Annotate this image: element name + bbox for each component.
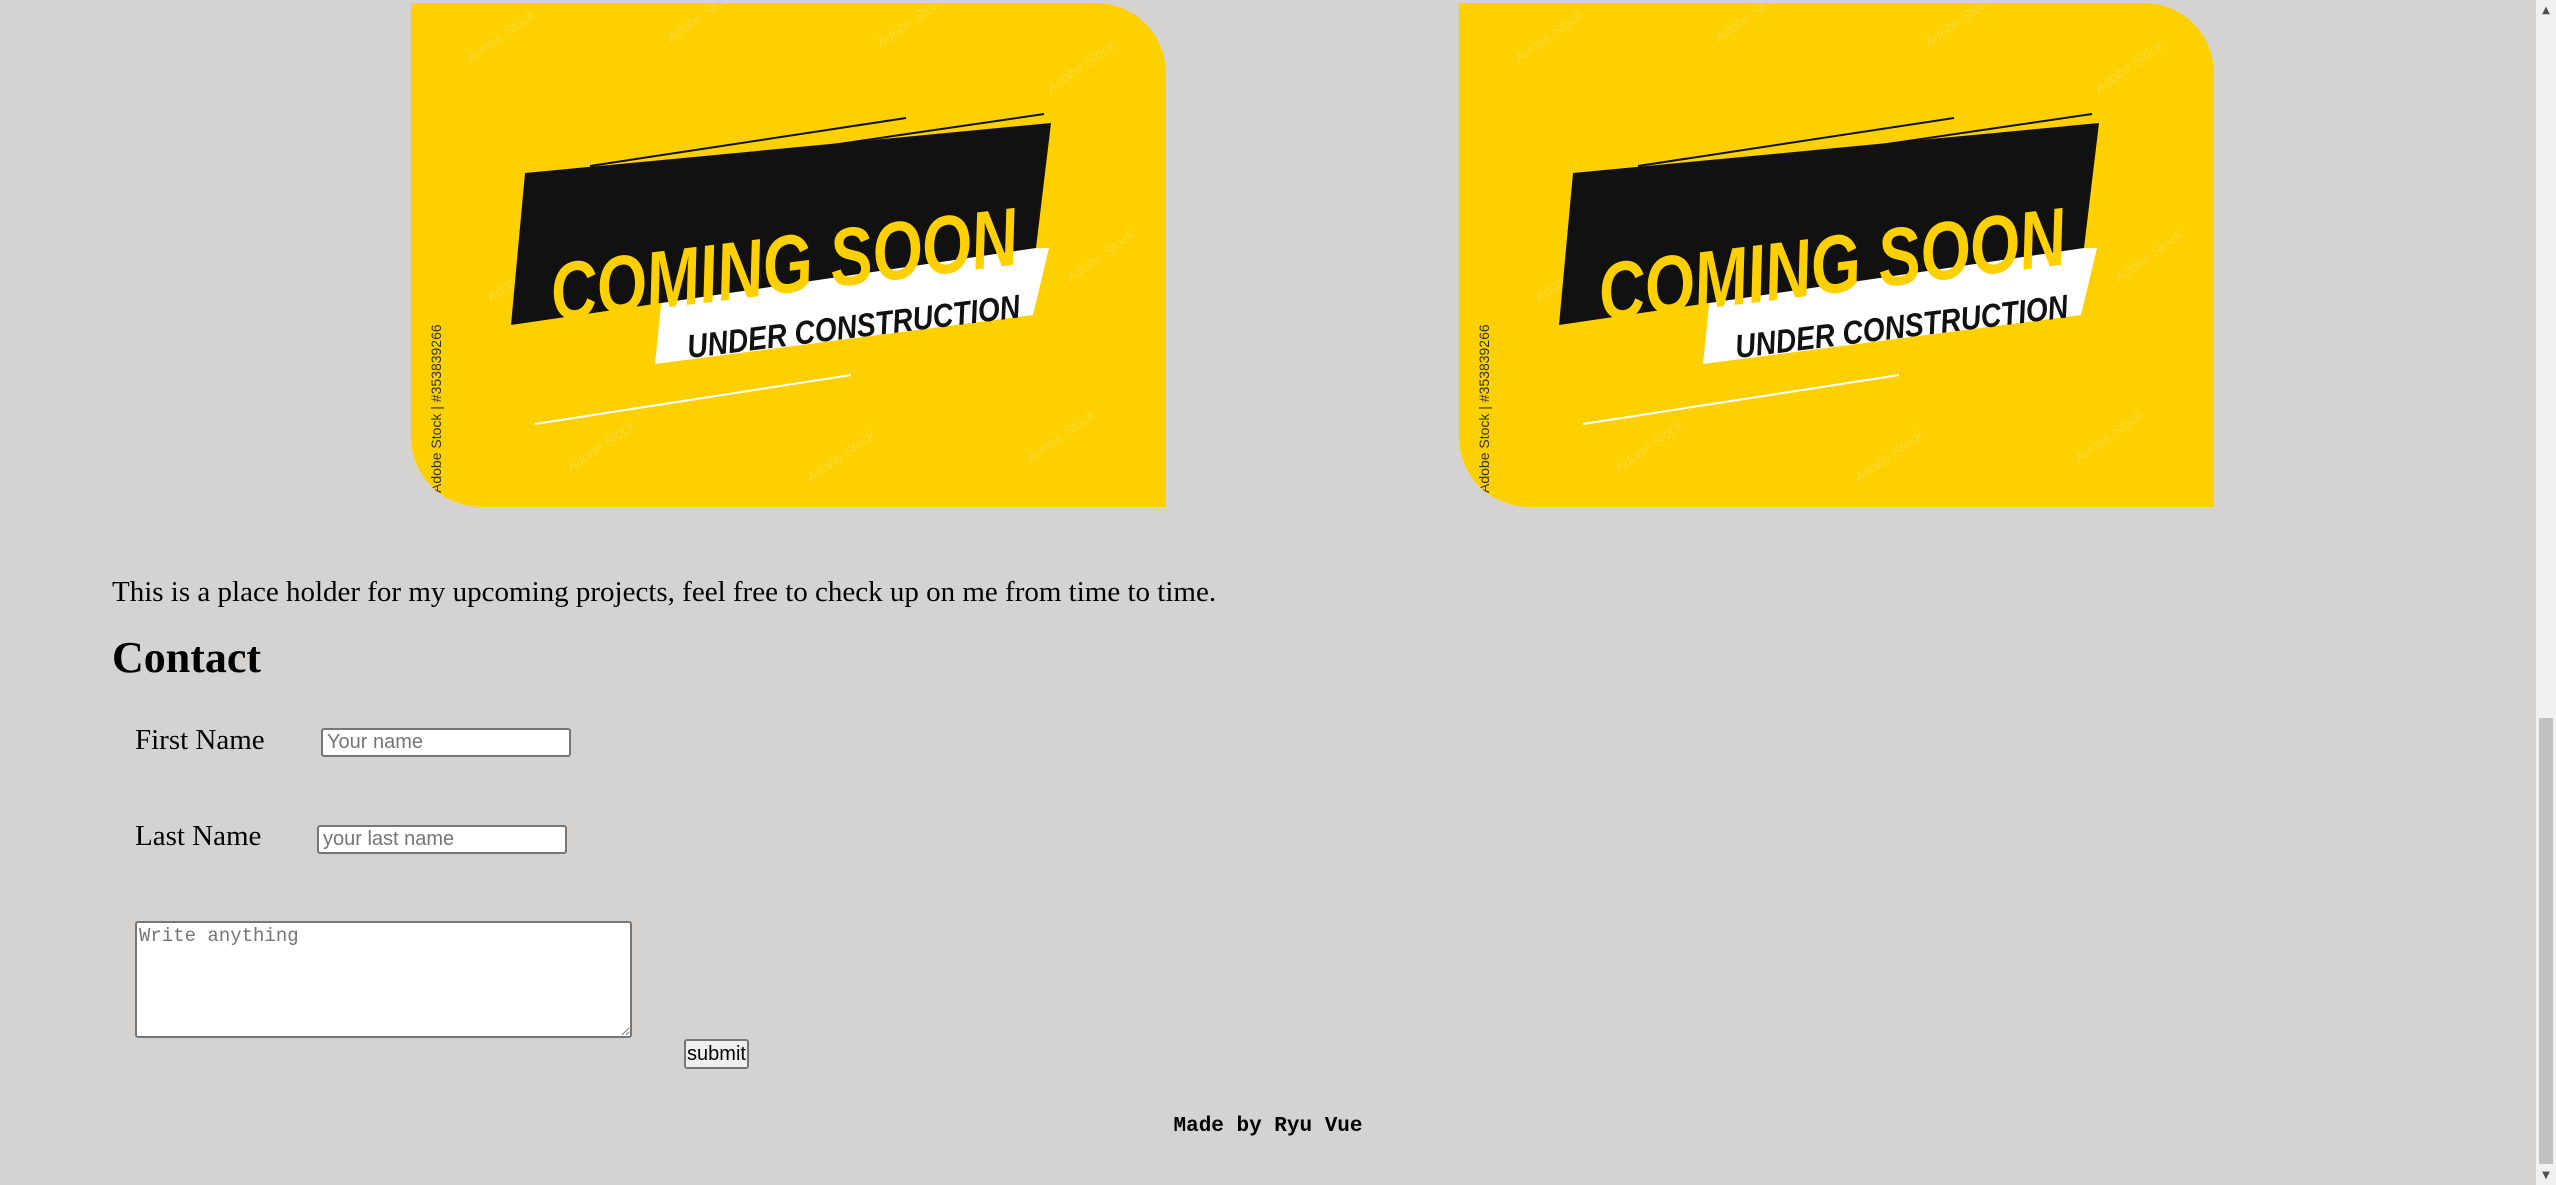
watermark-tile: Adobe Stock: [1043, 36, 1119, 96]
footer-credit: Made by Ryu Vue: [1173, 1115, 1363, 1138]
watermark-tile: Adobe Stock: [2071, 406, 2147, 466]
decor-line: [1582, 374, 1900, 425]
watermark-tile: Adobe Stock: [2091, 36, 2167, 96]
watermark-tile: Adobe Stock: [1711, 3, 1787, 46]
watermark-tile: Adobe Stock: [1921, 3, 1997, 51]
watermark-side: Adobe Stock | #353839266: [1476, 324, 1492, 493]
watermark-tile: Adobe Stock: [2111, 226, 2187, 286]
watermark-tile: Adobe Stock: [1511, 6, 1587, 66]
watermark-tile: Adobe Stock: [463, 6, 539, 66]
watermark-tile: Adobe Stock: [873, 3, 949, 51]
message-textarea[interactable]: [135, 921, 632, 1038]
scroll-up-arrow-icon[interactable]: ▲: [2536, 0, 2556, 20]
watermark-tile: Adobe Stock: [563, 416, 639, 476]
project-placeholder-image: Adobe Stock Adobe Stock Adobe Stock Adob…: [411, 3, 1166, 507]
coming-soon-graphic: Adobe Stock Adobe Stock Adobe Stock Adob…: [428, 3, 1139, 493]
watermark-tile: Adobe Stock: [1851, 426, 1927, 486]
watermark-tile: Adobe Stock: [663, 3, 739, 46]
projects-intro-text: This is a place holder for my upcoming p…: [112, 576, 1217, 608]
first-name-input[interactable]: [321, 728, 571, 757]
watermark-tile: Adobe Stock: [803, 426, 879, 486]
scrollbar-thumb[interactable]: [2539, 718, 2553, 1164]
last-name-label: Last Name: [135, 820, 262, 852]
last-name-input[interactable]: [317, 825, 567, 854]
watermark-side: Adobe Stock | #353839266: [428, 324, 444, 493]
watermark-tile: Adobe Stock: [1611, 416, 1687, 476]
first-name-label: First Name: [135, 724, 265, 756]
decor-line: [534, 374, 852, 425]
submit-button[interactable]: submit: [684, 1039, 749, 1069]
contact-heading: Contact: [112, 633, 262, 682]
scroll-down-arrow-icon[interactable]: ▼: [2536, 1165, 2556, 1185]
project-placeholder-image: Adobe Stock Adobe Stock Adobe Stock Adob…: [1459, 3, 2214, 507]
vertical-scrollbar[interactable]: ▲ ▼: [2536, 0, 2556, 1185]
coming-soon-graphic: Adobe Stock Adobe Stock Adobe Stock Adob…: [1476, 3, 2187, 493]
watermark-tile: Adobe Stock: [1023, 406, 1099, 466]
